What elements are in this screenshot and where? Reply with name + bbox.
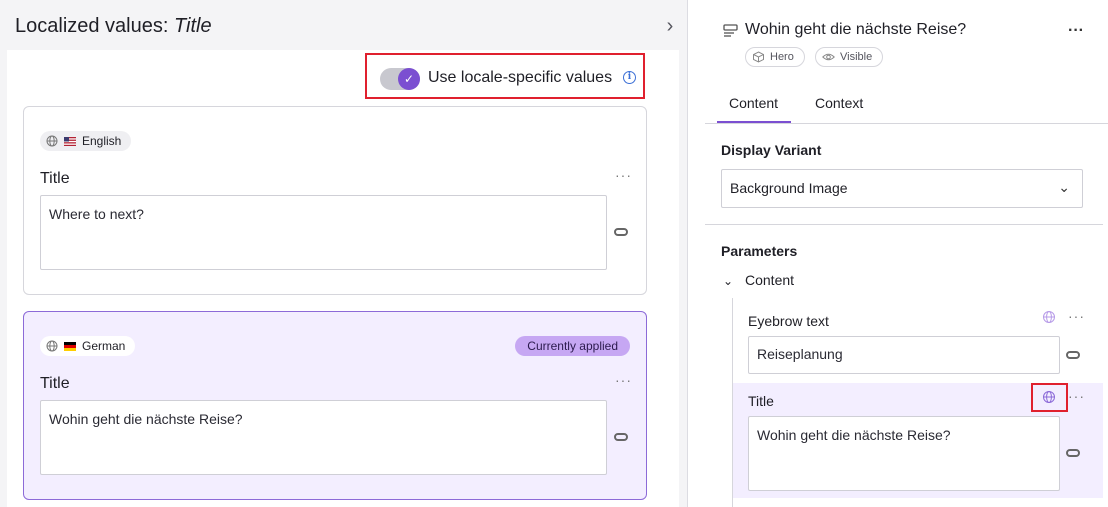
locale-specific-toggle[interactable]: ✓ [380, 68, 420, 90]
locale-card-english: English Title ··· Where to next? [23, 106, 647, 295]
eye-icon [822, 53, 835, 61]
field-label: Title [40, 375, 70, 392]
divider [705, 224, 1103, 225]
link-icon[interactable] [614, 228, 628, 236]
component-title: Wohin geht die nächste Reise? [745, 21, 967, 38]
more-options-icon[interactable]: ··· [615, 167, 632, 183]
globe-icon [46, 135, 58, 147]
chevron-down-icon: ⌄ [723, 274, 734, 288]
cube-icon [753, 51, 764, 63]
active-tab-indicator [717, 121, 791, 123]
display-variant-select[interactable]: Background Image ⌄ [721, 169, 1083, 208]
more-options-icon[interactable]: ··· [1068, 388, 1085, 404]
title-textarea-english[interactable]: Where to next? [40, 195, 607, 270]
locale-toggle-highlight: ✓ Use locale-specific values i [365, 53, 645, 99]
panel-title-prefix: Localized values: [15, 15, 169, 37]
globe-icon [46, 340, 58, 352]
locale-pill-english: English [40, 131, 132, 151]
inspector-tabs: Content Context [705, 88, 1108, 124]
more-options-icon[interactable]: ··· [1068, 22, 1084, 40]
locale-name: English [82, 134, 122, 148]
locale-card-german: German Currently applied Title ··· Wohin… [23, 311, 647, 500]
param-label: Title [748, 393, 774, 409]
check-icon: ✓ [398, 68, 420, 90]
currently-applied-badge: Currently applied [515, 336, 630, 356]
locale-pill-german: German [40, 336, 136, 356]
component-inspector: Wohin geht die nächste Reise? ··· Hero V… [705, 0, 1108, 507]
panel-title-field: Title [174, 15, 212, 37]
globe-icon[interactable] [1042, 310, 1056, 324]
link-icon[interactable] [1066, 351, 1080, 359]
locale-name: German [82, 339, 126, 353]
app-root: Localized values: Title › ✓ Use locale-s… [0, 0, 1108, 507]
parameters-label: Parameters [721, 243, 798, 259]
hero-chip: Hero [745, 47, 805, 67]
chip-label: Hero [770, 51, 794, 63]
group-label: Content [745, 272, 795, 288]
tab-context[interactable]: Context [815, 95, 863, 111]
link-icon[interactable] [614, 433, 628, 441]
more-options-icon[interactable]: ··· [615, 372, 632, 388]
visible-chip[interactable]: Visible [815, 47, 884, 67]
eyebrow-text-input[interactable]: Reiseplanung [748, 336, 1060, 374]
more-options-icon[interactable]: ··· [1068, 308, 1085, 324]
panel-header: Localized values: Title › [0, 0, 688, 50]
title-param-textarea[interactable]: Wohin geht die nächste Reise? [748, 416, 1060, 491]
panel-body: ✓ Use locale-specific values i English T… [7, 50, 679, 507]
select-value: Background Image [730, 180, 848, 196]
link-icon[interactable] [1066, 449, 1080, 457]
chevron-down-icon: ⌄ [1058, 179, 1070, 195]
title-textarea-german[interactable]: Wohin geht die nächste Reise? [40, 400, 607, 475]
component-icon [723, 24, 738, 37]
tab-content[interactable]: Content [729, 95, 778, 111]
toggle-label: Use locale-specific values [428, 69, 613, 86]
param-label: Eyebrow text [748, 313, 829, 329]
de-flag-icon [64, 341, 76, 351]
field-label: Title [40, 170, 70, 187]
localized-values-panel: Localized values: Title › ✓ Use locale-s… [0, 0, 688, 507]
chip-label: Visible [840, 51, 873, 63]
chevron-right-icon[interactable]: › [660, 15, 680, 37]
us-flag-icon [64, 136, 76, 146]
content-group-toggle[interactable]: ⌄ Content [723, 272, 794, 288]
globe-icon[interactable] [1042, 390, 1056, 404]
panel-title: Localized values: Title [15, 15, 212, 38]
display-variant-label: Display Variant [721, 142, 822, 158]
info-icon[interactable]: i [623, 71, 636, 84]
